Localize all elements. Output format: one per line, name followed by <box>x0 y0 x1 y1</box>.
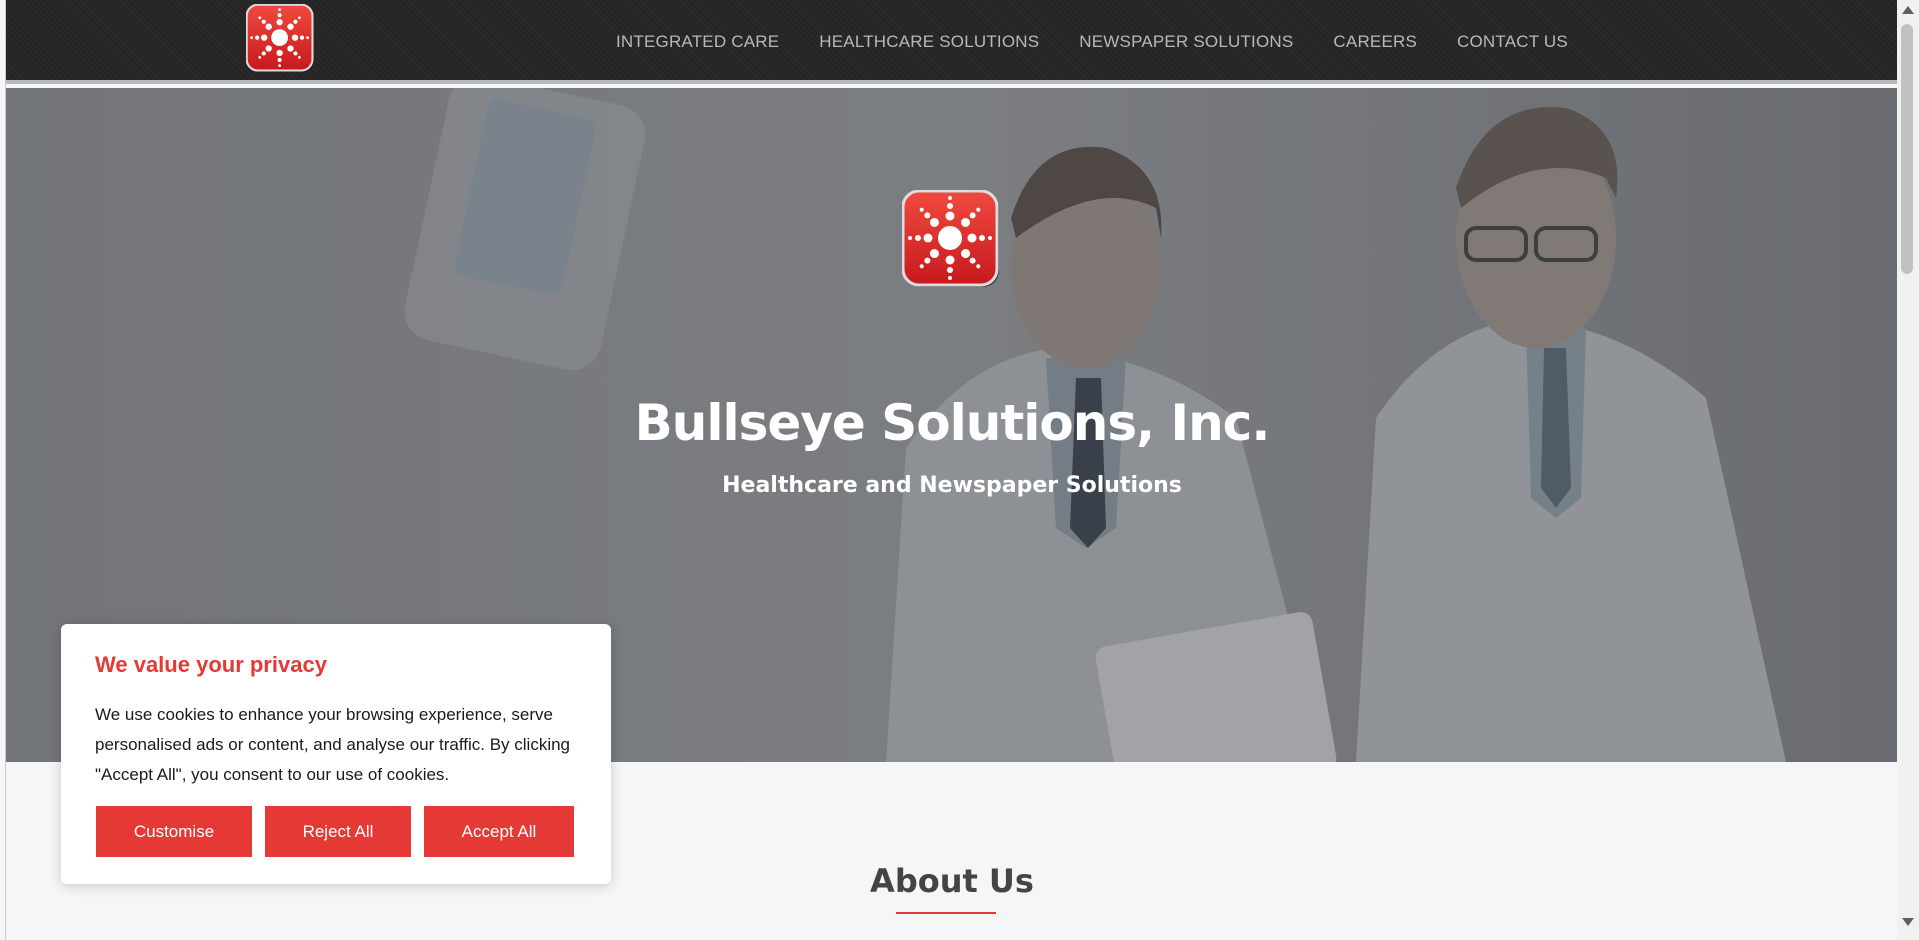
cookie-consent-dialog: We value your privacy We use cookies to … <box>61 624 611 884</box>
nav-item-newspaper-solutions[interactable]: NEWSPAPER SOLUTIONS <box>1079 32 1293 52</box>
about-underline <box>896 912 996 914</box>
cookie-text: We use cookies to enhance your browsing … <box>95 705 571 784</box>
scroll-up-arrow-icon[interactable] <box>1902 6 1914 14</box>
reject-all-button[interactable]: Reject All <box>265 806 411 857</box>
nav-item-healthcare-solutions[interactable]: HEALTHCARE SOLUTIONS <box>819 32 1039 52</box>
customise-button[interactable]: Customise <box>96 806 252 857</box>
scroll-down-arrow-icon[interactable] <box>1902 918 1914 926</box>
page: INTEGRATED CARE HEALTHCARE SOLUTIONS NEW… <box>5 0 1897 940</box>
starburst-logo-icon[interactable] <box>246 4 316 74</box>
scrollbar[interactable] <box>1897 0 1919 940</box>
hero-subtitle: Healthcare and Newspaper Solutions <box>722 473 1182 498</box>
navbar: INTEGRATED CARE HEALTHCARE SOLUTIONS NEW… <box>6 0 1897 84</box>
scroll-thumb[interactable] <box>1901 24 1913 274</box>
accept-all-button[interactable]: Accept All <box>424 806 574 857</box>
nav-item-integrated-care[interactable]: INTEGRATED CARE <box>616 32 779 52</box>
hero-title: Bullseye Solutions, Inc. <box>634 394 1271 452</box>
cookie-title: We value your privacy <box>95 652 327 677</box>
nav-menu: INTEGRATED CARE HEALTHCARE SOLUTIONS NEW… <box>616 0 1608 84</box>
nav-item-careers[interactable]: CAREERS <box>1333 32 1417 52</box>
hero-logo-icon <box>902 190 999 287</box>
cookie-buttons: Customise Reject All Accept All <box>96 806 587 857</box>
nav-item-contact-us[interactable]: CONTACT US <box>1457 32 1568 52</box>
